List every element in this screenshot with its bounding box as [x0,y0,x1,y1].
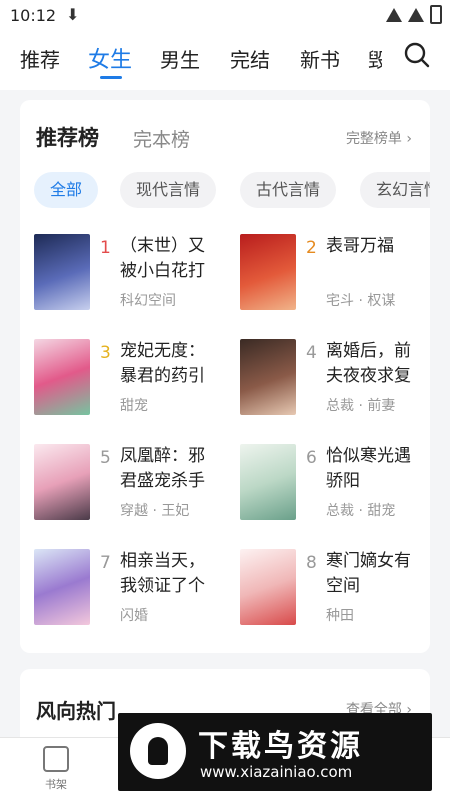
nav-bookshelf-label: 书架 [45,778,67,791]
book-title: 凤凰醉：邪君盛宠杀手 [120,446,205,491]
watermark-url: www.xiazainiao.com [200,763,353,781]
book-item[interactable]: 7 相亲当天，我领证了个 闪婚 [34,549,234,633]
book-item[interactable]: 5 凤凰醉：邪君盛宠杀手 穿越 · 王妃 [34,444,234,528]
chip-all[interactable]: 全部 [34,172,99,208]
book-title: 相亲当天，我领证了个 [120,551,205,596]
battery-icon [430,5,442,24]
book-rank: 5 [100,448,111,468]
book-tags: 甜宠 [120,398,148,414]
book-rank: 2 [306,238,317,258]
book-tags: 宅斗 · 权谋 [326,293,396,309]
book-rank: 4 [306,343,317,363]
tab-finished[interactable]: 完结 [230,44,270,73]
book-tags: 科幻空间 [120,293,176,309]
ranking-card: 推荐榜 完本榜 完整榜单 › 全部 现代言情 古代言情 玄幻言情 1 （末世）又… [20,100,430,653]
chip-modern-romance[interactable]: 现代言情 [120,172,217,208]
book-cover [240,339,296,415]
book-rank: 1 [100,238,111,258]
book-title: 离婚后，前夫夜夜求复 [326,341,411,386]
trending-title: 风向热门 [36,699,116,723]
book-cover [34,339,90,415]
book-tags: 穿越 · 王妃 [120,503,190,519]
wifi-icon [386,7,402,22]
book-title: 寒门嫡女有空间 [326,551,411,596]
book-cover [34,549,90,625]
status-icons [386,5,442,24]
book-item[interactable]: 6 恰似寒光遇骄阳 总裁 · 甜宠 [240,444,440,528]
book-item[interactable]: 8 寒门嫡女有空间 种田 [240,549,440,633]
book-rank: 6 [306,448,317,468]
ranking-title[interactable]: 推荐榜 [36,122,99,152]
download-icon: ⬇ [66,5,80,24]
tab-partial[interactable]: 毁 [368,44,382,73]
active-tab-indicator [100,76,122,79]
bird-logo-icon [130,723,186,779]
chip-fantasy-romance[interactable]: 玄幻言情 [360,172,430,208]
book-cover [240,444,296,520]
watermark-title: 下载鸟资源 [198,729,363,764]
book-tags: 总裁 · 前妻 [326,398,396,414]
signal-icon [408,7,424,22]
book-tags: 闪婚 [120,608,148,624]
tab-female[interactable]: 女生 [88,42,132,74]
tab-male[interactable]: 男生 [160,44,200,73]
status-time: 10:12 [10,6,57,25]
book-cover [34,234,90,310]
watermark-banner: 下载鸟资源 www.xiazainiao.com [118,713,432,791]
book-cover [240,234,296,310]
book-title: 宠妃无度：暴君的药引 [120,341,205,386]
search-icon[interactable] [404,42,430,68]
tab-recommend[interactable]: 推荐 [20,44,60,73]
finished-ranking-tab[interactable]: 完本榜 [133,125,190,152]
book-rank: 8 [306,553,317,573]
book-cover [240,549,296,625]
bookshelf-icon [43,746,69,772]
book-title: 恰似寒光遇骄阳 [326,446,411,491]
category-chips: 全部 现代言情 古代言情 玄幻言情 [34,172,430,212]
top-tabs: 推荐 女生 男生 完结 新书 毁 [0,32,450,90]
book-cover [34,444,90,520]
book-rank: 7 [100,553,111,573]
status-bar: 10:12 ⬇ [0,0,450,32]
book-rank: 3 [100,343,111,363]
chip-ancient-romance[interactable]: 古代言情 [240,172,337,208]
book-item[interactable]: 3 宠妃无度：暴君的药引 甜宠 [34,339,234,423]
book-tags: 种田 [326,608,354,624]
book-item[interactable]: 1 （末世）又被小白花打 科幻空间 [34,234,234,318]
book-item[interactable]: 4 离婚后，前夫夜夜求复 总裁 · 前妻 [240,339,440,423]
book-title: （末世）又被小白花打 [120,236,205,281]
full-ranking-link[interactable]: 完整榜单 › [346,128,412,148]
tab-new-books[interactable]: 新书 [300,44,340,73]
book-tags: 总裁 · 甜宠 [326,503,396,519]
book-title: 表哥万福 [326,236,394,256]
book-item[interactable]: 2 表哥万福 宅斗 · 权谋 [240,234,440,318]
nav-bookshelf[interactable]: 书架 [26,746,86,792]
